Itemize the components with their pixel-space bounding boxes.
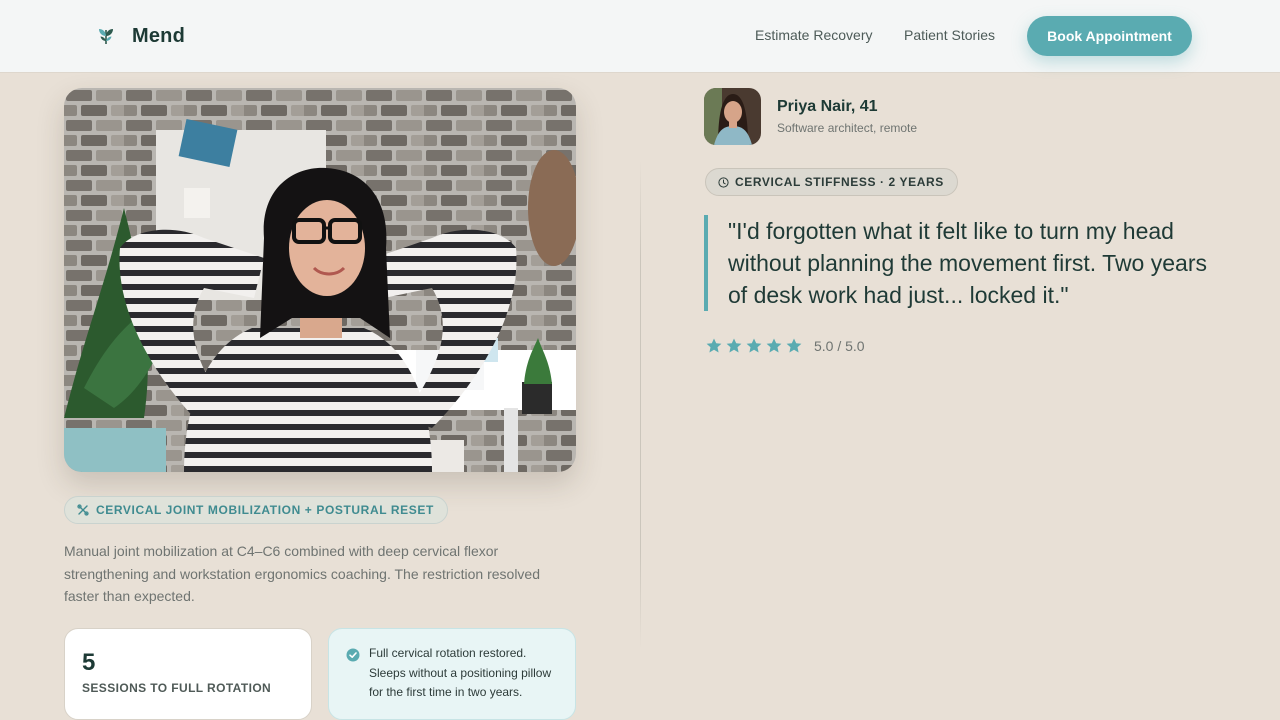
site-header: Mend Estimate Recovery Patient Stories B… (0, 0, 1280, 72)
tools-icon (77, 504, 89, 516)
star-icon (766, 338, 782, 353)
column-divider (640, 160, 641, 650)
treatment-tag-label: Cervical Joint Mobilization + Postural R… (96, 503, 434, 517)
clock-icon (718, 176, 729, 188)
treatment-tag: Cervical Joint Mobilization + Postural R… (64, 496, 448, 524)
outcome-text: Full cervical rotation restored. Sleeps … (369, 646, 552, 699)
patient-name: Priya Nair, 41 (777, 98, 878, 115)
sessions-label: SESSIONS TO FULL ROTATION (82, 681, 272, 695)
brand-logo[interactable]: Mend (96, 22, 185, 50)
patient-avatar (704, 88, 761, 145)
star-icon (746, 338, 762, 353)
star-icon (706, 338, 722, 353)
brand-name: Mend (132, 24, 186, 47)
nav-patient-stories[interactable]: Patient Stories (904, 27, 995, 43)
check-circle-icon (346, 648, 360, 662)
testimonial-quote: "I'd forgotten what it felt like to turn… (704, 215, 1224, 311)
nav-estimate-recovery[interactable]: Estimate Recovery (755, 27, 872, 43)
book-appointment-button[interactable]: Book Appointment (1027, 16, 1192, 56)
star-icon (726, 338, 742, 353)
treatment-description: Manual joint mobilization at C4–C6 combi… (64, 543, 540, 604)
patient-role: Software architect, remote (777, 121, 918, 135)
patient-photo (64, 88, 576, 472)
rating-stars (705, 337, 805, 355)
sessions-count: 5 (82, 649, 96, 676)
rating-text: 5.0 / 5.0 (814, 338, 865, 354)
leaf-logo-icon (99, 29, 113, 45)
star-icon (786, 338, 802, 353)
condition-tag-label: Cervical Stiffness · 2 Years (735, 175, 944, 189)
condition-tag: Cervical Stiffness · 2 Years (705, 168, 958, 196)
outcome-card: Full cervical rotation restored. Sleeps … (328, 628, 576, 720)
sessions-stat-card: 5 SESSIONS TO FULL ROTATION (64, 628, 312, 720)
